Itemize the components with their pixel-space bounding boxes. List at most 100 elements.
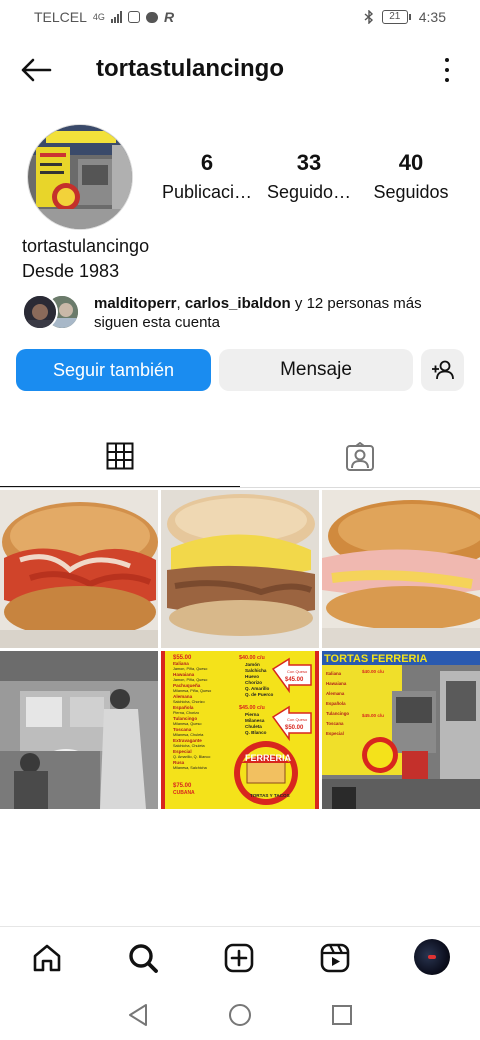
svg-text:Q. Blanco: Q. Blanco bbox=[245, 730, 267, 735]
bottom-navigation bbox=[0, 926, 480, 988]
post-thumbnail[interactable] bbox=[161, 490, 319, 648]
system-back-button[interactable] bbox=[125, 1002, 151, 1028]
svg-text:Con Queso: Con Queso bbox=[287, 717, 308, 722]
follower-username[interactable]: carlos_ibaldon bbox=[185, 295, 291, 312]
svg-text:$45.00 c/u: $45.00 c/u bbox=[239, 705, 265, 711]
follow-back-button[interactable]: Seguir también bbox=[16, 349, 211, 391]
status-left: TELCEL 4G R bbox=[34, 9, 174, 25]
nav-profile-avatar[interactable] bbox=[414, 939, 450, 975]
svg-text:$40.00 c/u: $40.00 c/u bbox=[239, 655, 265, 661]
more-options-button[interactable] bbox=[444, 58, 450, 82]
reels-icon bbox=[320, 943, 350, 973]
svg-text:Toscana: Toscana bbox=[326, 721, 344, 726]
stat-followers-value: 33 bbox=[296, 150, 322, 175]
carrier-label: TELCEL bbox=[34, 9, 87, 25]
post-thumbnail-menu[interactable]: $55.00 Italiana Hawaiana Pachuqueña Alem… bbox=[161, 651, 319, 809]
svg-text:Extravagante: Extravagante bbox=[173, 738, 202, 743]
followed-by[interactable]: malditoperr, carlos_ibaldon y 12 persona… bbox=[22, 294, 474, 332]
post-thumbnail[interactable]: TORTAS FERRERIA Italiana Hawaiana Aleman… bbox=[322, 651, 480, 809]
tagged-person-icon bbox=[346, 442, 374, 471]
stat-followers-label: Seguido… bbox=[266, 182, 352, 202]
svg-text:Pierna: Pierna bbox=[245, 712, 259, 717]
post-thumbnail[interactable] bbox=[0, 651, 158, 809]
more-dot bbox=[445, 68, 449, 72]
svg-text:Con Queso: Con Queso bbox=[287, 669, 308, 674]
post-thumbnail[interactable] bbox=[322, 490, 480, 648]
signal-icon bbox=[110, 11, 122, 23]
tab-posts-grid[interactable] bbox=[0, 426, 240, 488]
home-icon bbox=[33, 944, 61, 972]
grid-icon bbox=[106, 442, 134, 470]
profile-tabs bbox=[0, 426, 480, 488]
tab-tagged[interactable] bbox=[240, 426, 480, 488]
status-bar: TELCEL 4G R 21 4:35 bbox=[0, 0, 480, 34]
nav-create-post[interactable] bbox=[222, 941, 256, 975]
svg-text:Jamon, Piña, Queso: Jamon, Piña, Queso bbox=[173, 667, 207, 671]
nav-reels[interactable] bbox=[318, 941, 352, 975]
profile-avatar-image bbox=[28, 125, 132, 229]
post-thumbnail[interactable] bbox=[0, 490, 158, 648]
follower-username[interactable]: malditoperr bbox=[94, 295, 177, 312]
followed-by-rest-line2: siguen esta cuenta bbox=[94, 314, 220, 331]
nav-search[interactable] bbox=[126, 941, 160, 975]
battery-icon: 21 bbox=[381, 10, 411, 24]
svg-text:TORTAS FERRERIA: TORTAS FERRERIA bbox=[324, 653, 428, 665]
recents-square-icon bbox=[332, 1005, 352, 1025]
torta-photo-icon bbox=[0, 490, 158, 648]
message-button[interactable]: Mensaje bbox=[219, 349, 413, 391]
svg-text:Española: Española bbox=[326, 701, 346, 706]
back-button[interactable] bbox=[20, 56, 56, 84]
more-dot bbox=[445, 78, 449, 82]
stat-posts-value: 6 bbox=[200, 150, 214, 175]
svg-text:Milanesa, Piña, Queso: Milanesa, Piña, Queso bbox=[173, 689, 211, 693]
profile-name: tortastulancingo bbox=[22, 236, 150, 256]
home-circle-icon bbox=[229, 1004, 251, 1026]
stat-posts[interactable]: 6 Publicaci… bbox=[152, 150, 262, 203]
tabs-divider bbox=[0, 487, 480, 488]
system-navigation bbox=[0, 990, 480, 1040]
r-notification-icon: R bbox=[163, 9, 175, 25]
back-arrow-icon bbox=[21, 58, 52, 82]
profile-avatar[interactable] bbox=[27, 124, 133, 230]
svg-text:Salchicha, Chorizo: Salchicha, Chorizo bbox=[173, 700, 205, 704]
page-title: tortastulancingo bbox=[96, 55, 285, 82]
chat-notification-icon bbox=[145, 11, 158, 23]
svg-text:Rusa: Rusa bbox=[173, 760, 185, 765]
svg-text:Salchicha, Chuleta: Salchicha, Chuleta bbox=[173, 744, 206, 748]
back-triangle-icon bbox=[129, 1004, 147, 1026]
stat-followers[interactable]: 33 Seguido… bbox=[254, 150, 364, 203]
svg-text:Hawaiana: Hawaiana bbox=[173, 672, 195, 677]
svg-text:Alemana: Alemana bbox=[173, 694, 193, 699]
profile-actions: Seguir también Mensaje bbox=[16, 349, 464, 391]
svg-text:Milanesa, Queso: Milanesa, Queso bbox=[173, 722, 202, 726]
followed-by-separator: , bbox=[176, 295, 185, 312]
torta-photo-icon bbox=[322, 490, 480, 648]
svg-text:CUBANA: CUBANA bbox=[173, 790, 195, 796]
nav-home[interactable] bbox=[30, 941, 64, 975]
svg-text:Tulancingo: Tulancingo bbox=[173, 716, 197, 721]
profile-header: tortastulancingo bbox=[0, 46, 480, 94]
svg-text:Q. de Puerco: Q. de Puerco bbox=[245, 692, 274, 697]
menu-image-icon: $55.00 Italiana Hawaiana Pachuqueña Alem… bbox=[161, 651, 319, 809]
svg-text:Alemana: Alemana bbox=[326, 691, 345, 696]
svg-text:Milanesa, Salchicha: Milanesa, Salchicha bbox=[173, 766, 208, 770]
svg-text:FERRERIA: FERRERIA bbox=[245, 753, 292, 763]
status-right: 21 4:35 bbox=[364, 9, 446, 25]
network-label: 4G bbox=[92, 12, 105, 22]
svg-text:Q. Amarillo: Q. Amarillo bbox=[245, 686, 270, 691]
system-recents-button[interactable] bbox=[329, 1002, 355, 1028]
svg-text:Jamón: Jamón bbox=[245, 662, 260, 667]
svg-text:$45.00: $45.00 bbox=[285, 677, 304, 683]
svg-text:Tulancingo: Tulancingo bbox=[326, 711, 349, 716]
more-dot bbox=[445, 58, 449, 62]
torta-photo-icon bbox=[161, 490, 319, 648]
profile-bio: Desde 1983 bbox=[22, 261, 120, 281]
instagram-notification-icon bbox=[127, 11, 140, 23]
stat-posts-label: Publicaci… bbox=[161, 182, 253, 202]
create-post-icon bbox=[224, 943, 254, 973]
stat-following[interactable]: 40 Seguidos bbox=[356, 150, 466, 203]
system-home-button[interactable] bbox=[227, 1002, 253, 1028]
suggested-users-button[interactable] bbox=[421, 349, 464, 391]
svg-text:$40.00 c/u: $40.00 c/u bbox=[362, 669, 384, 674]
svg-text:Española: Española bbox=[173, 705, 194, 710]
